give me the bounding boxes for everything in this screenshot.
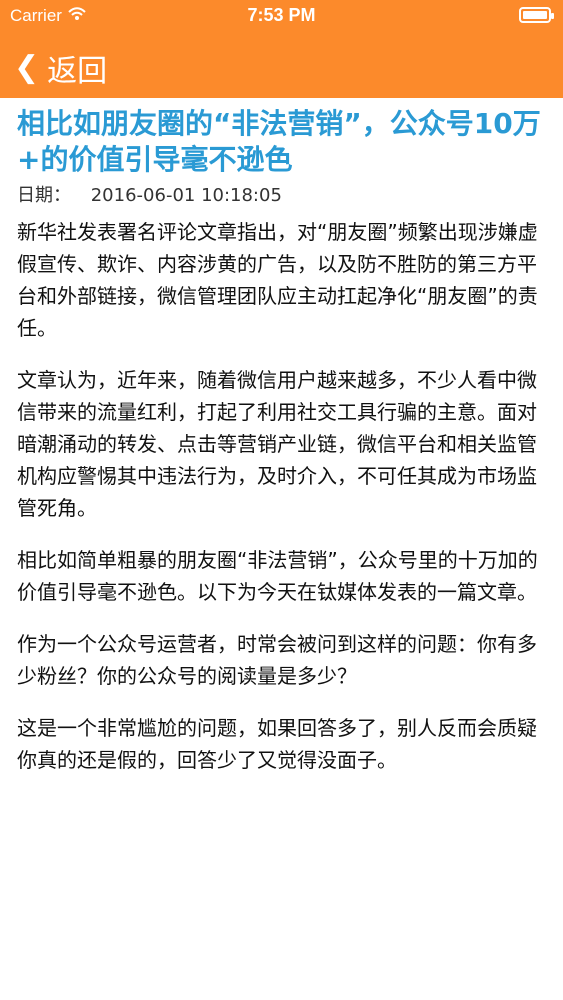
article-date: 日期： 2016-06-01 10:18:05	[17, 184, 546, 208]
date-value: 2016-06-01 10:18:05	[90, 185, 282, 206]
article-title: 相比如朋友圈的“非法营销”，公众号10万+的价值引导毫不逊色	[17, 107, 541, 176]
top-bar: Carrier 7:53 PM ❮ 返回	[0, 0, 563, 98]
paragraph: 新华社发表署名评论文章指出，对“朋友圈”频繁出现涉嫌虚假宣传、欺诈、内容涉黄的广…	[17, 220, 538, 340]
back-button[interactable]: ❮ 返回	[14, 46, 107, 90]
paragraph: 这是一个非常尴尬的问题，如果回答多了，别人反而会质疑你真的还是假的，回答少了又觉…	[17, 716, 537, 772]
back-label: 返回	[47, 54, 108, 89]
chevron-left-icon: ❮	[14, 50, 40, 85]
battery-icon	[519, 7, 554, 23]
status-bar: Carrier 7:53 PM	[0, 0, 563, 32]
paragraph: 文章认为，近年来，随着微信用户越来越多，不少人看中微信带来的流量红利，打起了利用…	[17, 368, 537, 520]
nav-bar: ❮ 返回	[0, 36, 563, 96]
paragraph: 相比如简单粗暴的朋友圈“非法营销”，公众号里的十万加的价值引导毫不逊色。以下为今…	[17, 548, 538, 604]
article: 相比如朋友圈的“非法营销”，公众号10万+的价值引导毫不逊色 日期： 2016-…	[0, 106, 563, 776]
date-label: 日期：	[17, 185, 71, 206]
status-time: 7:53 PM	[247, 5, 316, 25]
paragraph: 作为一个公众号运营者，时常会被问到这样的问题：你有多少粉丝？你的公众号的阅读量是…	[17, 632, 537, 688]
